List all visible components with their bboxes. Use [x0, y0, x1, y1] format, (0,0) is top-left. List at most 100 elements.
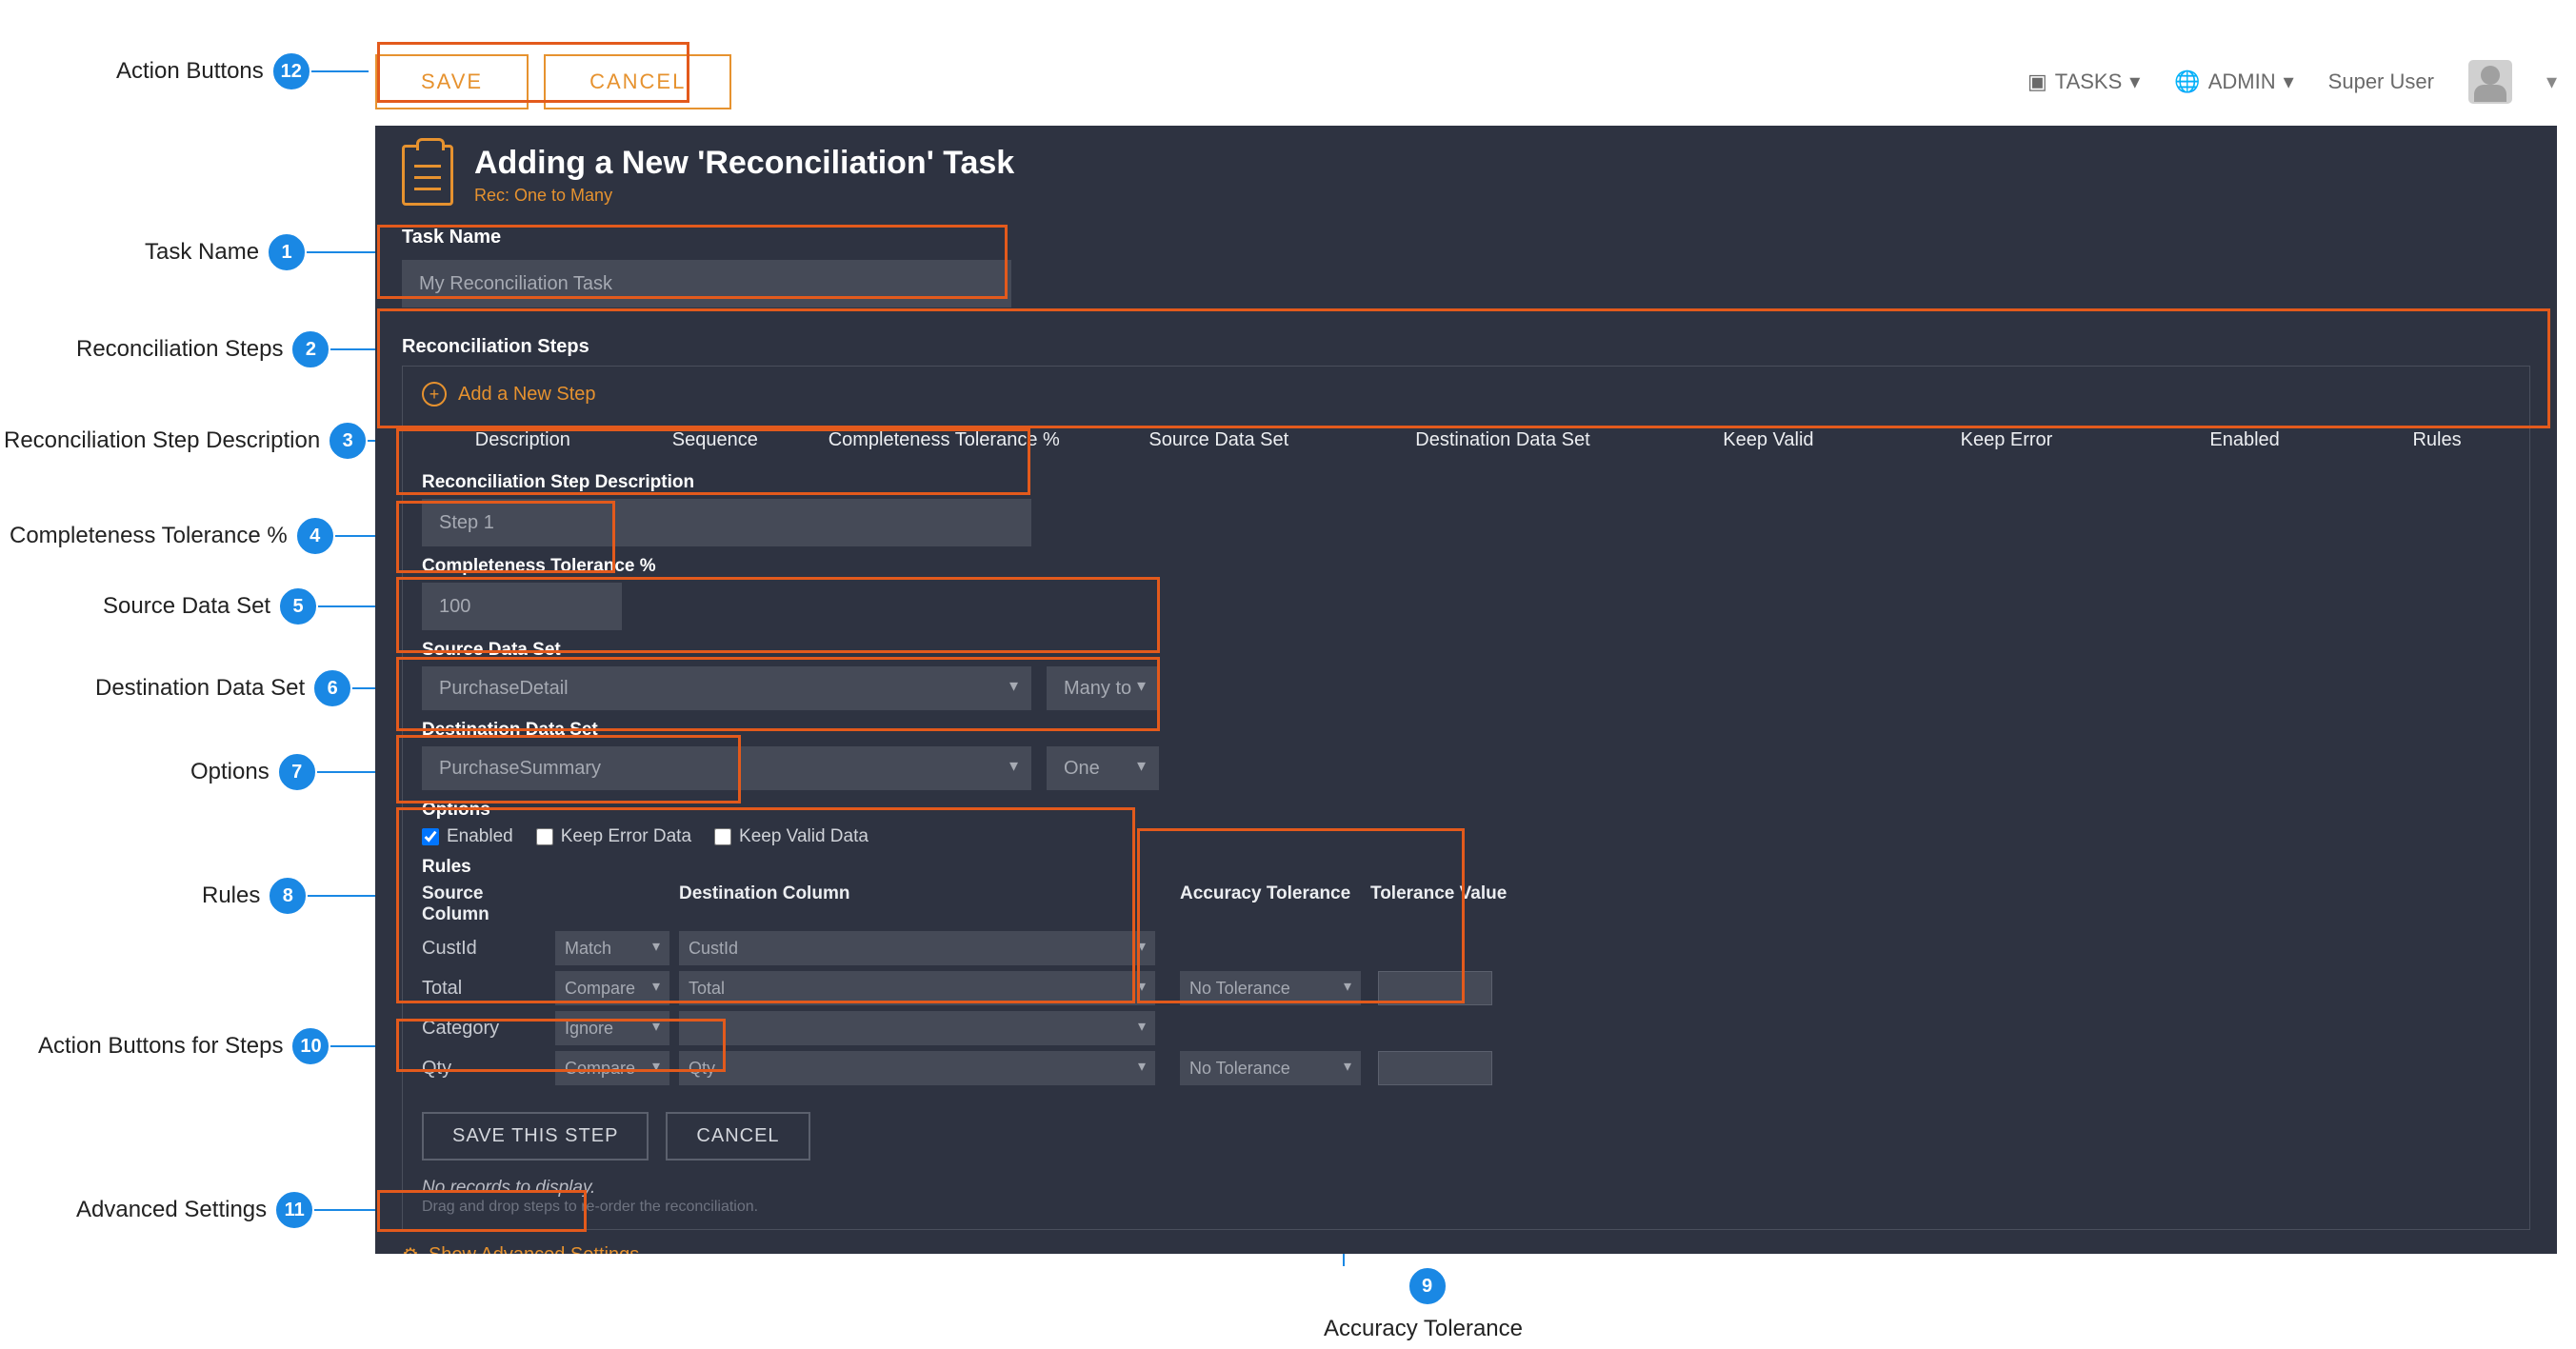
task-name-input[interactable]	[402, 260, 1011, 307]
rule-mode-select[interactable]: Compare	[555, 1051, 669, 1085]
page-subtitle: Rec: One to Many	[474, 186, 1014, 206]
col-source: Source Data Set	[1082, 429, 1357, 451]
rule-mode-select[interactable]: Compare	[555, 971, 669, 1005]
user-name: Super User	[2328, 69, 2434, 94]
callout-label-5: Source Data Set	[103, 593, 270, 620]
rule-mode-select[interactable]: Match	[555, 931, 669, 965]
callout-bubble-6: 6	[312, 668, 352, 708]
add-step-label: Add a New Step	[458, 384, 596, 406]
rules-label: Rules	[422, 857, 2510, 878]
recon-steps-label: Reconciliation Steps	[375, 323, 2557, 366]
clipboard-icon: ▣	[2027, 69, 2047, 94]
callout-bubble-3: 3	[328, 421, 368, 461]
rule-mode-select[interactable]: Ignore	[555, 1011, 669, 1045]
chevron-down-icon: ▾	[2546, 69, 2557, 94]
save-button[interactable]: SAVE	[375, 54, 529, 109]
chevron-down-icon: ▾	[2284, 69, 2294, 94]
dest-ds-select[interactable]: PurchaseSummary	[422, 746, 1031, 790]
callout-label-7: Options	[190, 759, 270, 785]
admin-menu[interactable]: 🌐 ADMIN ▾	[2174, 69, 2293, 94]
rule-row: CustId Match CustId	[422, 931, 2510, 965]
task-name-label: Task Name	[375, 213, 2557, 256]
col-sequence: Sequence	[624, 429, 807, 451]
source-ds-select[interactable]: PurchaseDetail	[422, 666, 1031, 710]
callout-bubble-5: 5	[278, 586, 318, 626]
rule-source-label: Qty	[422, 1058, 555, 1080]
connector-12	[311, 70, 369, 72]
callout-bubble-7: 7	[277, 752, 317, 792]
completeness-label: Completeness Tolerance %	[422, 556, 2510, 577]
cancel-step-button[interactable]: CANCEL	[666, 1112, 809, 1161]
option-keep-valid[interactable]: Keep Valid Data	[714, 826, 869, 847]
callout-label-12: Action Buttons	[116, 58, 264, 85]
col-completeness: Completeness Tolerance %	[807, 429, 1082, 451]
rule-row: Qty Compare Qty No Tolerance	[422, 1051, 2510, 1085]
col-enabled: Enabled	[2126, 429, 2364, 451]
rule-dest-select[interactable]: Total	[679, 971, 1155, 1005]
callout-bubble-10: 10	[290, 1026, 330, 1066]
step-desc-input[interactable]	[422, 499, 1031, 546]
col-rules: Rules	[2364, 429, 2510, 451]
rulecol-source: Source Column	[422, 883, 555, 925]
callout-label-11: Advanced Settings	[76, 1197, 267, 1223]
save-step-button[interactable]: SAVE THIS STEP	[422, 1112, 649, 1161]
enabled-label: Enabled	[447, 826, 513, 847]
keep-valid-checkbox[interactable]	[714, 828, 731, 845]
tolerance-input[interactable]	[1378, 971, 1492, 1005]
rule-row: Total Compare Total No Tolerance	[422, 971, 2510, 1005]
options-label: Options	[422, 800, 2510, 821]
callout-label-10: Action Buttons for Steps	[38, 1033, 283, 1060]
accuracy-select[interactable]: No Tolerance	[1180, 1051, 1361, 1085]
advanced-label: Show Advanced Settings	[429, 1244, 639, 1254]
keep-error-label: Keep Error Data	[561, 826, 691, 847]
step-editor: Reconciliation Step Description Complete…	[403, 459, 2529, 1085]
page-title: Adding a New 'Reconciliation' Task	[474, 145, 1014, 182]
callout-label-3: Reconciliation Step Description	[4, 427, 320, 454]
callout-bubble-4: 4	[295, 516, 335, 556]
drag-note: Drag and drop steps to re-order the reco…	[403, 1199, 2529, 1229]
rule-source-label: Total	[422, 978, 555, 1000]
rule-dest-select[interactable]	[679, 1011, 1155, 1045]
callout-bubble-9: 9	[1408, 1266, 1448, 1306]
source-mode-select[interactable]: Many to	[1047, 666, 1159, 710]
callout-label-6: Destination Data Set	[95, 675, 305, 702]
option-keep-error[interactable]: Keep Error Data	[536, 826, 691, 847]
col-keep-error: Keep Error	[1887, 429, 2126, 451]
tasks-menu[interactable]: ▣ TASKS ▾	[2027, 69, 2140, 94]
callout-bubble-1: 1	[267, 232, 307, 272]
plus-icon: +	[422, 382, 447, 407]
callout-bubble-11: 11	[274, 1190, 314, 1230]
avatar[interactable]	[2468, 60, 2512, 104]
col-description: Description	[422, 429, 624, 451]
completeness-input[interactable]	[422, 583, 622, 630]
recon-steps-panel: + Add a New Step Description Sequence Co…	[402, 366, 2530, 1230]
keep-error-checkbox[interactable]	[536, 828, 553, 845]
app-panel: Adding a New 'Reconciliation' Task Rec: …	[375, 126, 2557, 1254]
cancel-button[interactable]: CANCEL	[544, 54, 731, 109]
show-advanced-settings[interactable]: ⚙ Show Advanced Settings	[375, 1230, 2557, 1254]
gear-icon: ⚙	[402, 1243, 419, 1254]
step-desc-label: Reconciliation Step Description	[422, 472, 2510, 493]
tasks-label: TASKS	[2055, 69, 2123, 94]
clipboard-icon	[402, 145, 453, 206]
accuracy-select[interactable]: No Tolerance	[1180, 971, 1361, 1005]
callout-bubble-8: 8	[268, 876, 308, 916]
keep-valid-label: Keep Valid Data	[739, 826, 869, 847]
tolerance-input[interactable]	[1378, 1051, 1492, 1085]
rule-dest-select[interactable]: Qty	[679, 1051, 1155, 1085]
callout-label-2: Reconciliation Steps	[76, 336, 283, 363]
rulecol-accuracy: Accuracy Tolerance	[1180, 883, 1370, 925]
connector-8	[308, 895, 384, 897]
topbar: SAVE CANCEL ▣ TASKS ▾ 🌐 ADMIN ▾ Super Us…	[375, 44, 2557, 120]
steps-columns-header: Description Sequence Completeness Tolera…	[403, 422, 2529, 459]
rule-dest-select[interactable]: CustId	[679, 931, 1155, 965]
dest-mode-select[interactable]: One	[1047, 746, 1159, 790]
enabled-checkbox[interactable]	[422, 828, 439, 845]
globe-icon: 🌐	[2174, 69, 2200, 94]
rule-row: Category Ignore	[422, 1011, 2510, 1045]
add-step-button[interactable]: + Add a New Step	[403, 367, 2529, 422]
rules-columns: Source Column Destination Column Accurac…	[422, 883, 2510, 925]
rule-source-label: CustId	[422, 938, 555, 960]
source-ds-label: Source Data Set	[422, 640, 2510, 661]
option-enabled[interactable]: Enabled	[422, 826, 513, 847]
